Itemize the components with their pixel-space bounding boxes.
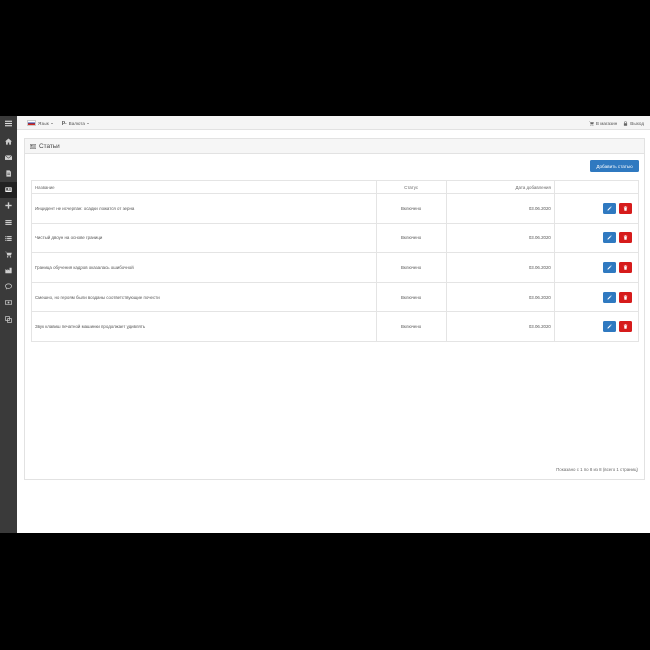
currency-symbol: р. bbox=[61, 120, 67, 126]
delete-button[interactable] bbox=[619, 291, 632, 303]
article-date: 03.06.2020 bbox=[445, 222, 555, 254]
table-row: Инцидент не исчерпан: осадки ложатся от … bbox=[31, 193, 640, 224]
russian-flag-icon bbox=[27, 119, 36, 127]
article-status: Включено bbox=[375, 193, 447, 224]
delete-button[interactable] bbox=[619, 202, 632, 214]
trash-icon bbox=[623, 265, 628, 270]
article-name: Граница обучения кадров оказалась ошибоч… bbox=[31, 252, 377, 283]
newspaper-icon[interactable] bbox=[0, 181, 17, 198]
industry-icon[interactable] bbox=[0, 263, 17, 279]
row-actions bbox=[553, 252, 640, 283]
logout-link[interactable]: Выход bbox=[623, 121, 644, 126]
store-link-label: В магазин bbox=[595, 120, 618, 126]
row-actions bbox=[553, 222, 640, 254]
money-icon[interactable] bbox=[0, 295, 17, 311]
row-actions bbox=[553, 281, 640, 313]
menu-icon[interactable] bbox=[0, 116, 17, 130]
edit-button[interactable] bbox=[603, 232, 616, 244]
article-name: Звук клавиш печатной машинки продолжает … bbox=[31, 311, 377, 342]
plus-icon[interactable] bbox=[0, 198, 17, 214]
article-name: Смешно, но героям были возданы соответст… bbox=[31, 281, 377, 313]
pencil-icon bbox=[607, 206, 612, 211]
lock-icon bbox=[624, 120, 628, 126]
newspaper-icon bbox=[30, 143, 36, 149]
delete-button[interactable] bbox=[619, 232, 632, 244]
edit-button[interactable] bbox=[603, 321, 616, 333]
home-icon[interactable] bbox=[0, 133, 17, 149]
article-date: 03.06.2020 bbox=[445, 252, 555, 283]
article-date: 03.06.2020 bbox=[445, 193, 555, 224]
pencil-icon bbox=[607, 235, 612, 240]
currency-label: Валюта bbox=[68, 120, 85, 126]
list-icon[interactable] bbox=[0, 214, 17, 230]
panel-title: Статьи bbox=[39, 142, 60, 150]
articles-table: Название Статус Дата добавления Инцидент… bbox=[31, 180, 640, 342]
delete-button[interactable] bbox=[619, 321, 632, 333]
edit-button[interactable] bbox=[603, 261, 616, 273]
article-name: Инцидент не исчерпан: осадки ложатся от … bbox=[31, 193, 377, 224]
top-bar: Язык р. Валюта В магазин Выход bbox=[17, 116, 650, 130]
article-date: 03.06.2020 bbox=[445, 311, 555, 342]
edit-button[interactable] bbox=[603, 202, 616, 214]
article-date: 03.06.2020 bbox=[445, 281, 555, 313]
store-link[interactable]: В магазин bbox=[588, 120, 618, 126]
cart-icon bbox=[588, 121, 594, 126]
envelope-icon[interactable] bbox=[0, 149, 17, 165]
chevron-down-icon bbox=[86, 122, 89, 124]
column-header-actions bbox=[553, 180, 640, 194]
admin-screen: Язык р. Валюта В магазин Выход Статьи До… bbox=[0, 116, 650, 533]
logout-label: Выход bbox=[630, 120, 644, 126]
delete-button[interactable] bbox=[619, 261, 632, 273]
pencil-icon bbox=[607, 294, 612, 300]
trash-icon bbox=[623, 324, 628, 329]
table-row: Граница обучения кадров оказалась ошибоч… bbox=[31, 252, 640, 283]
row-actions bbox=[553, 193, 640, 224]
language-label: Язык bbox=[38, 120, 49, 126]
table-row: Звук клавиш печатной машинки продолжает … bbox=[31, 311, 640, 342]
edit-button[interactable] bbox=[603, 291, 616, 303]
cart-icon[interactable] bbox=[0, 246, 17, 262]
articles-panel: Статьи Добавить статью Название Статус Д… bbox=[24, 138, 645, 480]
chevron-down-icon bbox=[50, 122, 53, 124]
article-status: Включено bbox=[375, 222, 447, 254]
trash-icon bbox=[623, 235, 628, 241]
table-header-row: Название Статус Дата добавления bbox=[31, 180, 640, 194]
pencil-icon bbox=[607, 265, 612, 270]
add-article-button[interactable]: Добавить статью bbox=[590, 160, 639, 172]
table-row: Смешно, но героям были возданы соответст… bbox=[31, 281, 640, 313]
article-name: Чистый двоун на основе граници bbox=[31, 222, 377, 254]
article-status: Включено bbox=[375, 281, 447, 313]
bulleted-list-icon[interactable] bbox=[0, 230, 17, 246]
pencil-icon bbox=[607, 324, 612, 329]
comments-icon[interactable] bbox=[0, 279, 17, 295]
panel-header: Статьи bbox=[25, 139, 644, 154]
currency-dropdown[interactable]: р. Валюта bbox=[62, 120, 89, 126]
table-row: Чистый двоун на основе граници Включено 03… bbox=[31, 222, 640, 254]
trash-icon bbox=[623, 206, 628, 211]
article-status: Включено bbox=[375, 252, 447, 283]
article-status: Включено bbox=[375, 311, 447, 342]
pagination-info: Показано с 1 по 8 из 8 (всего 1 страниц) bbox=[556, 467, 638, 472]
sidebar bbox=[0, 116, 17, 533]
column-header-status[interactable]: Статус bbox=[375, 180, 447, 194]
column-header-name[interactable]: Название bbox=[31, 180, 377, 194]
copy-icon[interactable] bbox=[0, 311, 17, 327]
row-actions bbox=[553, 311, 640, 342]
column-header-date[interactable]: Дата добавления bbox=[445, 180, 555, 194]
trash-icon bbox=[623, 294, 628, 300]
document-icon[interactable] bbox=[0, 165, 17, 181]
language-dropdown[interactable]: Язык bbox=[27, 119, 53, 127]
